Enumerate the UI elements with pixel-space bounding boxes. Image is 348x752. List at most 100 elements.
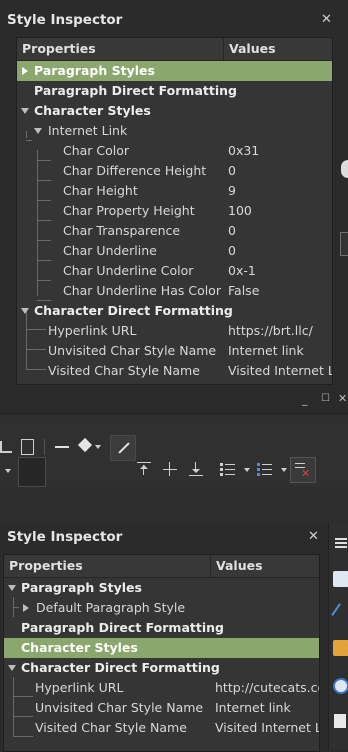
- toolbar: ✕: [0, 417, 348, 487]
- row-value: 0x-1: [228, 263, 256, 278]
- tree-row-char-underline-has-color[interactable]: Char Underline Has Color False: [17, 281, 332, 301]
- row-label: Char Underline Color: [63, 263, 194, 278]
- row-value: False: [228, 283, 260, 298]
- expand-icon[interactable]: [23, 604, 29, 612]
- line-icon[interactable]: [55, 446, 69, 448]
- row-value: 0: [228, 163, 236, 178]
- maximize-icon[interactable]: ☐: [321, 393, 330, 404]
- tree-row-character-direct-formatting[interactable]: Character Direct Formatting: [4, 658, 319, 678]
- row-label: Character Direct Formatting: [21, 660, 220, 675]
- tree-header: Properties Values: [17, 38, 332, 61]
- tree-row-character-direct-formatting[interactable]: Character Direct Formatting: [17, 301, 332, 321]
- tree-row-char-height[interactable]: Char Height 9: [17, 181, 332, 201]
- properties-tree[interactable]: Properties Values Paragraph Styles Defau…: [3, 554, 320, 752]
- row-value: Internet link: [215, 700, 291, 715]
- character-style-swatch-icon[interactable]: [18, 457, 46, 487]
- tree-row-char-underline[interactable]: Char Underline 0: [17, 241, 332, 261]
- row-value: Visited Internet Link: [228, 363, 332, 378]
- tree-row-visited-char-style-name[interactable]: Visited Char Style Name Visited Internet…: [17, 361, 332, 381]
- row-label: Hyperlink URL: [48, 323, 137, 338]
- row-value: 0: [228, 243, 236, 258]
- main-window-toolbar: _ ☐ ✕ ✕: [0, 387, 348, 522]
- row-label: Default Paragraph Style: [36, 600, 186, 615]
- column-header-properties[interactable]: Properties: [9, 558, 83, 573]
- tree-row-visited-char-style-name[interactable]: Visited Char Style Name Visited Internet…: [4, 718, 319, 738]
- row-label: Hyperlink URL: [35, 680, 124, 695]
- row-label: Paragraph Styles: [34, 63, 155, 78]
- sidebar-deck-icon[interactable]: [341, 160, 348, 178]
- diamond-shape-icon[interactable]: [77, 437, 93, 453]
- panel-title: Style Inspector: [7, 529, 123, 545]
- title-bar: [0, 387, 348, 414]
- page-icon[interactable]: [334, 714, 346, 728]
- row-label: Character Direct Formatting: [34, 303, 233, 318]
- tree-row-char-difference-height[interactable]: Char Difference Height 0: [17, 161, 332, 181]
- row-label: Paragraph Direct Formatting: [34, 83, 237, 98]
- collapse-icon[interactable]: [21, 308, 29, 314]
- collapse-icon[interactable]: [8, 585, 16, 591]
- tree-row-character-styles[interactable]: Character Styles: [4, 638, 319, 658]
- bulleted-list-icon[interactable]: [220, 461, 236, 477]
- chevron-down-icon[interactable]: [95, 445, 101, 449]
- row-value: 100: [228, 203, 252, 218]
- tree-row-hyperlink-url[interactable]: Hyperlink URL https://brt.llc/: [17, 321, 332, 341]
- row-label: Char Color: [63, 143, 130, 158]
- tree-row-internet-link[interactable]: Internet Link: [17, 121, 332, 141]
- align-bottom-icon[interactable]: [189, 462, 203, 476]
- row-label: Char Property Height: [63, 203, 195, 218]
- insert-page-icon[interactable]: [21, 439, 34, 455]
- tree-row-unvisited-char-style-name[interactable]: Unvisited Char Style Name Internet link: [17, 341, 332, 361]
- tree-row-paragraph-styles[interactable]: Paragraph Styles: [17, 61, 332, 81]
- row-value: Visited Internet Link: [215, 720, 319, 735]
- close-icon[interactable]: ✕: [308, 529, 319, 544]
- tree-row-paragraph-direct-formatting[interactable]: Paragraph Direct Formatting: [4, 618, 319, 638]
- tree-row-paragraph-styles[interactable]: Paragraph Styles: [4, 578, 319, 598]
- insert-table-icon[interactable]: [0, 441, 12, 453]
- row-label: Char Underline: [63, 243, 157, 258]
- tree-row-char-color[interactable]: Char Color 0x31: [17, 141, 332, 161]
- tree-row-hyperlink-url[interactable]: Hyperlink URL http://cutecats.com: [4, 678, 319, 698]
- collapse-icon[interactable]: [34, 128, 42, 134]
- tree-row-default-paragraph-style[interactable]: Default Paragraph Style: [4, 598, 319, 618]
- center-vertically-icon[interactable]: [163, 462, 177, 476]
- row-label: Unvisited Char Style Name: [35, 700, 204, 715]
- sidebar-button[interactable]: [340, 232, 348, 256]
- tree-row-character-styles[interactable]: Character Styles: [17, 101, 332, 121]
- row-label: Unvisited Char Style Name: [48, 343, 217, 358]
- delete-table-icon[interactable]: ✕: [290, 457, 316, 483]
- draw-function-icon[interactable]: [110, 435, 136, 461]
- close-icon[interactable]: ✕: [338, 392, 347, 405]
- column-header-properties[interactable]: Properties: [22, 41, 96, 56]
- properties-icon[interactable]: [333, 571, 348, 587]
- align-top-icon[interactable]: [137, 462, 151, 476]
- row-value: Internet link: [228, 343, 304, 358]
- chevron-down-icon[interactable]: [244, 468, 250, 472]
- gallery-icon[interactable]: [333, 640, 348, 656]
- collapse-icon[interactable]: [21, 108, 29, 114]
- tree-row-char-transparence[interactable]: Char Transparence 0: [17, 221, 332, 241]
- tree-header: Properties Values: [4, 555, 319, 578]
- tree-row-char-underline-color[interactable]: Char Underline Color 0x-1: [17, 261, 332, 281]
- expand-icon[interactable]: [22, 67, 28, 75]
- row-label: Character Styles: [34, 103, 151, 118]
- row-value: http://cutecats.com: [215, 680, 319, 695]
- tree-row-unvisited-char-style-name[interactable]: Unvisited Char Style Name Internet link: [4, 698, 319, 718]
- tree-row-char-property-height[interactable]: Char Property Height 100: [17, 201, 332, 221]
- close-icon[interactable]: ✕: [321, 12, 332, 27]
- chevron-down-icon[interactable]: [5, 469, 11, 473]
- panel-title: Style Inspector: [7, 12, 123, 28]
- properties-tree[interactable]: Properties Values Paragraph Styles Parag…: [16, 37, 333, 385]
- tree-row-paragraph-direct-formatting[interactable]: Paragraph Direct Formatting: [17, 81, 332, 101]
- row-label: Paragraph Styles: [21, 580, 142, 595]
- chevron-down-icon[interactable]: [281, 468, 287, 472]
- menu-icon[interactable]: [335, 538, 347, 548]
- row-value: 0x31: [228, 143, 260, 158]
- row-label: Character Styles: [21, 640, 138, 655]
- numbered-list-icon[interactable]: [257, 461, 273, 477]
- collapse-icon[interactable]: [8, 665, 16, 671]
- row-value: 9: [228, 183, 236, 198]
- minimize-icon[interactable]: _: [302, 393, 308, 406]
- navigator-icon[interactable]: [333, 678, 348, 694]
- column-header-values[interactable]: Values: [216, 558, 263, 573]
- column-header-values[interactable]: Values: [229, 41, 276, 56]
